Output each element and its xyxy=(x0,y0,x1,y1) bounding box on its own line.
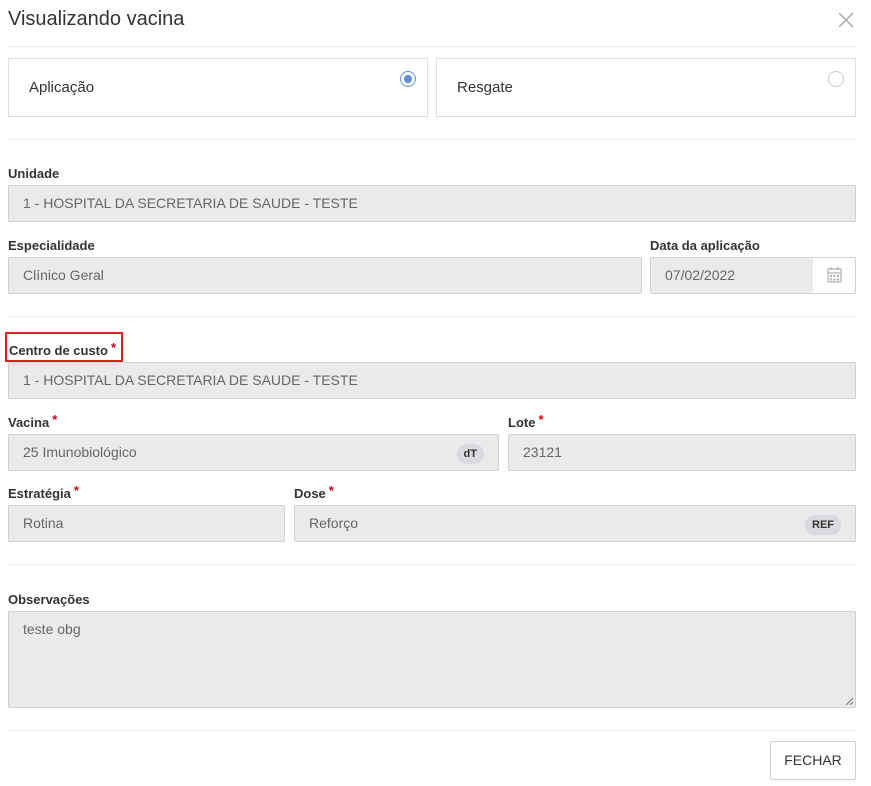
required-mark: * xyxy=(110,340,117,355)
modal-title: Visualizando vacina xyxy=(8,8,185,30)
data-aplicacao-label: Data da aplicação xyxy=(650,238,760,253)
centro-custo-value: 1 - HOSPITAL DA SECRETARIA DE SAUDE - TE… xyxy=(23,372,358,388)
data-aplicacao-value: 07/02/2022 xyxy=(665,267,736,283)
dose-label: Dose * xyxy=(294,483,334,501)
lote-label-text: Lote xyxy=(508,415,536,430)
unidade-value: 1 - HOSPITAL DA SECRETARIA DE SAUDE - TE… xyxy=(23,195,358,211)
especialidade-field[interactable]: Clínico Geral xyxy=(8,257,642,294)
lote-label: Lote * xyxy=(508,412,544,430)
estrategia-label-text: Estratégia xyxy=(8,486,71,501)
calendar-button[interactable] xyxy=(813,257,856,294)
especialidade-label: Especialidade xyxy=(8,238,95,253)
radio-option-aplicacao[interactable]: Aplicação xyxy=(8,58,428,117)
dose-badge: REF xyxy=(805,515,841,535)
required-mark: * xyxy=(538,412,544,427)
fechar-button[interactable]: FECHAR xyxy=(770,741,856,780)
required-mark: * xyxy=(52,412,58,427)
centro-custo-field[interactable]: 1 - HOSPITAL DA SECRETARIA DE SAUDE - TE… xyxy=(8,362,856,399)
observacoes-textarea[interactable]: teste obg xyxy=(8,611,856,708)
estrategia-field[interactable]: Rotina xyxy=(8,505,285,542)
dose-field[interactable]: Reforço REF xyxy=(294,505,856,542)
section-divider xyxy=(8,139,856,140)
centro-custo-label-text: Centro de custo xyxy=(9,343,108,358)
radio-selected-icon[interactable] xyxy=(400,71,416,87)
vacina-value: 25 Imunobiológico xyxy=(23,444,137,460)
radio-unselected-icon[interactable] xyxy=(828,71,844,87)
data-aplicacao-field[interactable]: 07/02/2022 xyxy=(650,257,814,294)
section-divider xyxy=(8,316,856,317)
footer-divider xyxy=(8,730,856,731)
calendar-icon xyxy=(827,267,842,283)
lote-field[interactable]: 23121 xyxy=(508,434,856,471)
radio-option-label: Resgate xyxy=(457,79,513,96)
dose-label-text: Dose xyxy=(294,486,326,501)
section-divider xyxy=(8,564,856,565)
estrategia-value: Rotina xyxy=(23,515,64,531)
especialidade-value: Clínico Geral xyxy=(23,267,104,283)
vacina-label-text: Vacina xyxy=(8,415,50,430)
close-icon[interactable] xyxy=(836,10,856,30)
required-mark: * xyxy=(73,483,79,498)
unidade-label: Unidade xyxy=(8,166,60,181)
resize-handle-icon[interactable] xyxy=(845,697,853,705)
unidade-field[interactable]: 1 - HOSPITAL DA SECRETARIA DE SAUDE - TE… xyxy=(8,185,856,222)
radio-option-resgate[interactable]: Resgate xyxy=(436,58,856,117)
lote-value: 23121 xyxy=(523,444,562,460)
radio-option-label: Aplicação xyxy=(29,79,95,96)
required-mark: * xyxy=(328,483,334,498)
observacoes-label: Observações xyxy=(8,592,90,607)
vacina-label: Vacina * xyxy=(8,412,58,430)
observacoes-value: teste obg xyxy=(23,621,81,637)
vacina-field[interactable]: 25 Imunobiológico dT xyxy=(8,434,499,471)
centro-custo-label: Centro de custo * xyxy=(9,340,117,358)
header-divider xyxy=(8,46,856,47)
estrategia-label: Estratégia * xyxy=(8,483,79,501)
dose-value: Reforço xyxy=(309,515,359,531)
vacina-badge: dT xyxy=(456,444,484,464)
